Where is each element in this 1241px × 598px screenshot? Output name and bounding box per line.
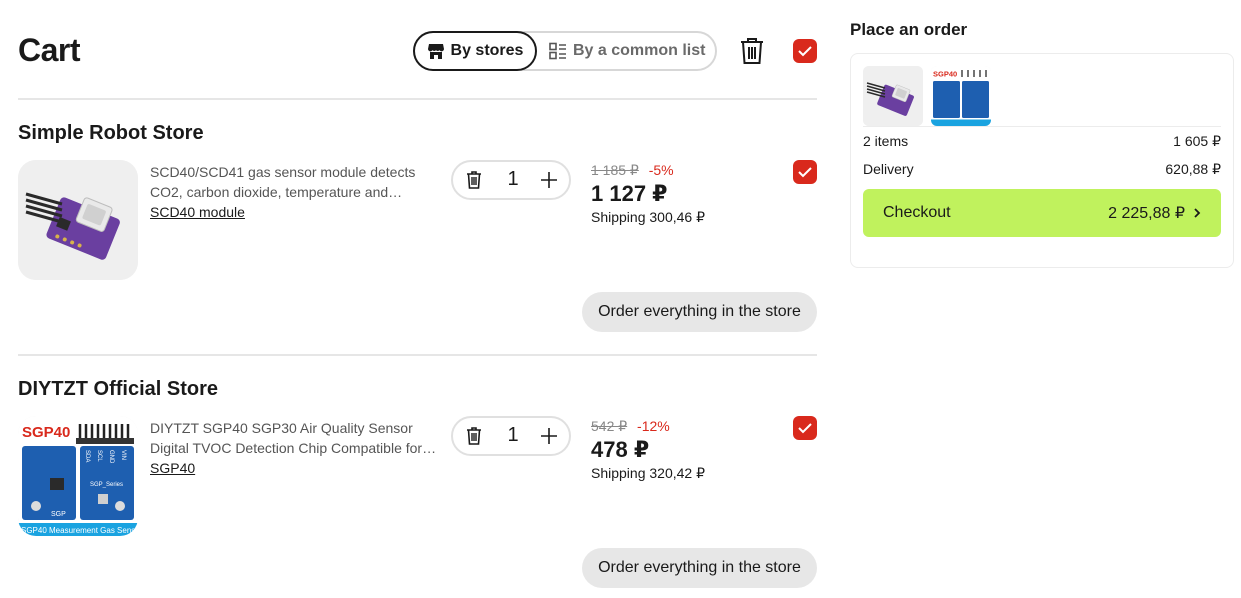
store-icon xyxy=(427,44,444,59)
order-store-button[interactable]: Order everything in the store xyxy=(582,292,817,332)
product-image-scd40[interactable] xyxy=(18,160,138,280)
shipping-cost: Shipping 300,46 ₽ xyxy=(591,209,705,225)
by-common-list-label: By a common list xyxy=(573,42,706,59)
product-variant[interactable]: SGP40 xyxy=(150,458,195,478)
current-price: 1 127 ₽ xyxy=(591,181,668,206)
pin-label: SDA xyxy=(84,450,90,462)
discount-badge: -12% xyxy=(637,418,670,434)
checkmark-icon xyxy=(798,167,812,178)
increase-quantity-icon[interactable] xyxy=(540,427,558,445)
sgp-label: SGP xyxy=(51,511,66,518)
sgp40-caption: SGP40 Measurement Gas Sensor xyxy=(21,526,138,535)
cart-section: Cart By stores By a common list Simple R… xyxy=(18,0,817,598)
old-price: 542 ₽ xyxy=(591,418,628,434)
pin-label: GND xyxy=(108,450,114,464)
by-stores-label: By stores xyxy=(450,42,524,59)
shipping-cost: Shipping 320,42 ₽ xyxy=(591,465,705,481)
product-variant[interactable]: SCD40 module xyxy=(150,202,245,222)
quantity-stepper: 1 xyxy=(451,416,571,456)
checkmark-icon xyxy=(798,46,812,57)
chevron-right-icon xyxy=(1194,208,1201,218)
scd40-thumb-image xyxy=(863,66,923,126)
summary-thumb-sgp40[interactable]: SGP40 xyxy=(931,66,991,126)
remove-item-icon[interactable] xyxy=(466,427,482,445)
sgp40-thumb-title: SGP40 xyxy=(933,70,957,79)
sgp40-thumb-image: SGP40 xyxy=(931,66,991,126)
by-common-list-tab[interactable]: By a common list xyxy=(549,31,719,71)
list-icon xyxy=(549,42,566,60)
items-total: 1 605 ₽ xyxy=(1173,132,1221,149)
cart-header: Cart By stores By a common list xyxy=(18,0,817,100)
sgp40-image-title: SGP40 xyxy=(22,424,70,441)
checkmark-icon xyxy=(798,423,812,434)
checkout-label: Checkout xyxy=(883,204,951,221)
item-checkbox[interactable] xyxy=(793,160,817,184)
scd40-module-image xyxy=(18,160,138,280)
product-image-sgp40[interactable]: SGP40 SGP SGP_Series SDA SCL GND VIN SGP… xyxy=(18,416,138,536)
store-group: Simple Robot Store SCD40/SCD41 gas senso… xyxy=(18,100,817,354)
summary-title: Place an order xyxy=(850,20,968,39)
delivery-label: Delivery xyxy=(863,161,914,177)
summary-thumb-scd40[interactable] xyxy=(863,66,923,126)
quantity-stepper: 1 xyxy=(451,160,571,200)
increase-quantity-icon[interactable] xyxy=(540,171,558,189)
item-checkbox[interactable] xyxy=(793,416,817,440)
order-store-button[interactable]: Order everything in the store xyxy=(582,548,817,588)
view-toggle: By stores By a common list xyxy=(413,31,717,71)
product-title[interactable]: DIYTZT SGP40 SGP30 Air Quality Sensor Di… xyxy=(150,418,440,458)
delivery-total: 620,88 ₽ xyxy=(1165,160,1221,177)
delivery-row: Delivery 620,88 ₽ xyxy=(863,155,1221,183)
select-all-checkbox[interactable] xyxy=(793,39,817,63)
delete-all-icon[interactable] xyxy=(739,37,765,65)
price-block: 542 ₽ -12% 478 ₽ Shipping 320,42 ₽ xyxy=(591,418,705,482)
quantity-value: 1 xyxy=(507,424,519,446)
sgp-series-label: SGP_Series xyxy=(90,482,123,488)
product-description[interactable]: DIYTZT SGP40 SGP30 Air Quality Sensor Di… xyxy=(150,418,440,478)
by-stores-tab[interactable]: By stores xyxy=(413,31,537,71)
product-description[interactable]: SCD40/SCD41 gas sensor module detects CO… xyxy=(150,162,440,222)
sgp40-board-image: SGP40 SGP SGP_Series SDA SCL GND VIN SGP… xyxy=(18,416,138,536)
remove-item-icon[interactable] xyxy=(466,171,482,189)
store-name[interactable]: Simple Robot Store xyxy=(18,122,204,145)
checkout-total: 2 225,88 ₽ xyxy=(1108,205,1185,222)
pin-label: VIN xyxy=(120,450,126,460)
items-count: 2 items xyxy=(863,133,909,149)
items-row: 2 items 1 605 ₽ xyxy=(863,127,1221,155)
discount-badge: -5% xyxy=(648,162,674,178)
product-title[interactable]: SCD40/SCD41 gas sensor module detects CO… xyxy=(150,162,440,202)
current-price: 478 ₽ xyxy=(591,437,650,462)
store-name[interactable]: DIYTZT Official Store xyxy=(18,378,218,401)
old-price: 1 185 ₽ xyxy=(591,162,639,178)
page-title: Cart xyxy=(18,32,81,68)
checkout-button[interactable]: Checkout 2 225,88 ₽ xyxy=(863,189,1221,237)
order-summary-panel: Place an order SGP40 2 items 1 605 ₽ Del… xyxy=(850,20,1234,268)
pin-label: SCL xyxy=(96,450,102,462)
price-block: 1 185 ₽ -5% 1 127 ₽ Shipping 300,46 ₽ xyxy=(591,162,705,226)
summary-card: SGP40 2 items 1 605 ₽ Delivery 620,88 ₽ … xyxy=(850,53,1234,268)
summary-thumbnails: SGP40 xyxy=(863,66,1221,127)
store-group: DIYTZT Official Store SGP40 SGP SGP_Seri… xyxy=(18,354,817,598)
quantity-value: 1 xyxy=(507,168,519,190)
